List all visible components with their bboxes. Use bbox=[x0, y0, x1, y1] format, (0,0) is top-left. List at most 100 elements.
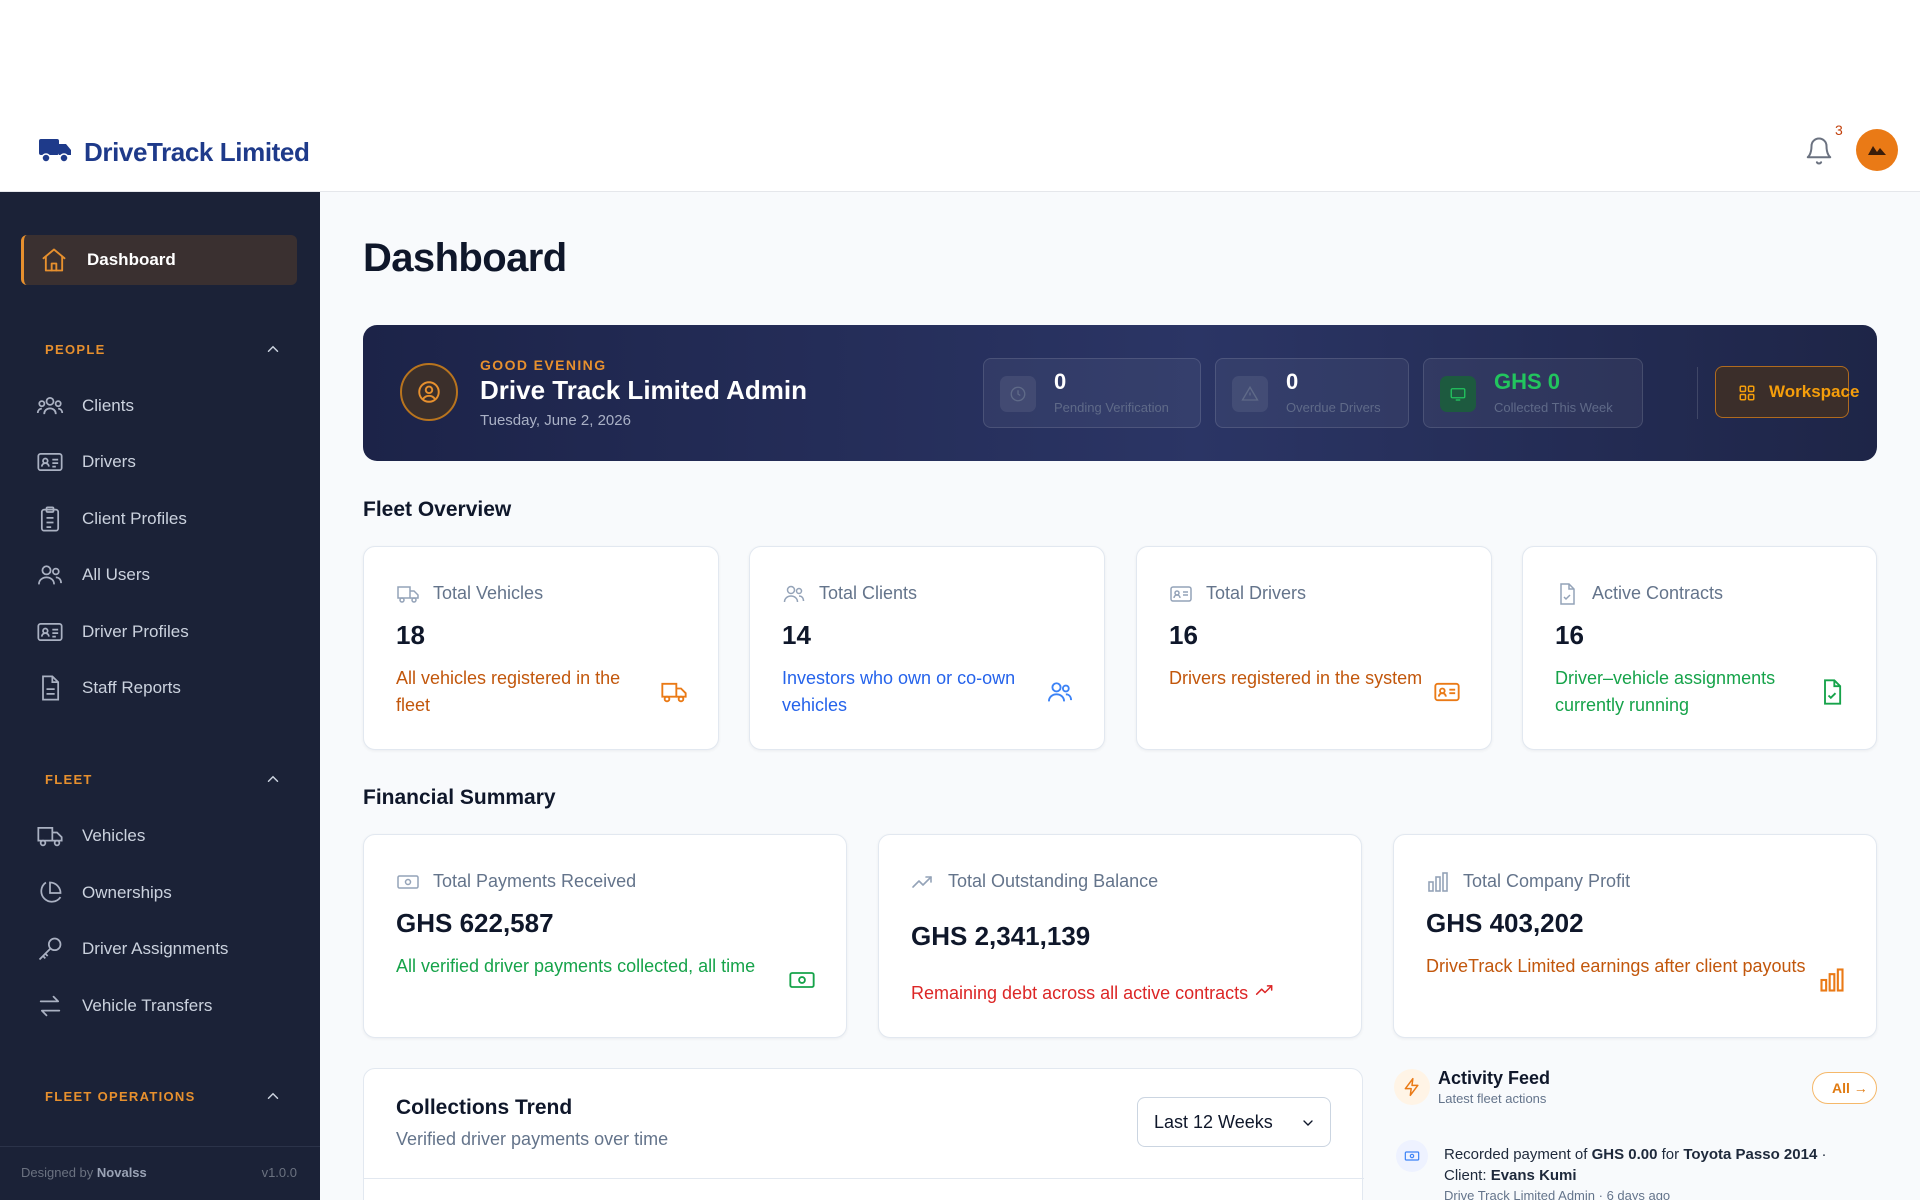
sidebar-item-label: Ownerships bbox=[82, 883, 172, 902]
sidebar-item-ownerships[interactable]: Ownerships bbox=[36, 876, 296, 910]
grid-icon bbox=[1738, 384, 1756, 407]
sidebar-item-label: Driver Assignments bbox=[82, 939, 229, 958]
card-total-clients[interactable]: Total Clients 14 Investors who own or co… bbox=[749, 546, 1105, 750]
sidebar-item-driver-profiles[interactable]: Driver Profiles bbox=[36, 615, 296, 649]
card-label: Total Payments Received bbox=[433, 871, 637, 891]
sidebar-item-client-profiles[interactable]: Client Profiles bbox=[36, 502, 296, 536]
page-title: Dashboard bbox=[363, 236, 567, 280]
card-value: GHS 2,341,139 bbox=[911, 921, 1091, 951]
card-total-company-profit[interactable]: Total Company Profit GHS 403,202 DriveTr… bbox=[1393, 834, 1877, 1038]
greeting: GOOD EVENING bbox=[480, 357, 607, 373]
brand[interactable]: DriveTrack Limited bbox=[38, 136, 310, 169]
entry-actor: Drive Track Limited Admin bbox=[1444, 1188, 1595, 1200]
range-select[interactable]: Last 12 Weeks bbox=[1137, 1097, 1331, 1147]
stat-label: Overdue Drivers bbox=[1286, 400, 1381, 415]
truck-icon bbox=[36, 822, 64, 850]
range-selected: Last 12 Weeks bbox=[1154, 1112, 1273, 1132]
user-circle-icon bbox=[400, 363, 458, 421]
clock-icon bbox=[1000, 376, 1036, 412]
designed-by: Designed by Novalss bbox=[21, 1165, 147, 1180]
collections-trend-panel: Collections Trend Verified driver paymen… bbox=[363, 1068, 1364, 1200]
card-label: Total Outstanding Balance bbox=[948, 871, 1159, 891]
card-total-outstanding-balance[interactable]: Total Outstanding Balance GHS 2,341,139 … bbox=[878, 834, 1362, 1038]
stat-collected-this-week[interactable]: GHS 0 Collected This Week bbox=[1423, 358, 1643, 428]
card-label: Total Vehicles bbox=[433, 583, 544, 603]
card-description: Investors who own or co-own vehicles bbox=[782, 668, 1016, 715]
trending-up-icon bbox=[1253, 980, 1277, 1008]
user-group-icon bbox=[36, 561, 64, 589]
section-fleet-operations-header[interactable]: FLEET OPERATIONS bbox=[45, 1089, 196, 1104]
avatar[interactable] bbox=[1856, 129, 1898, 171]
sidebar-item-driver-assignments[interactable]: Driver Assignments bbox=[36, 932, 296, 966]
warning-icon bbox=[1232, 376, 1268, 412]
chevron-down-icon bbox=[1300, 1115, 1316, 1136]
sidebar-item-clients[interactable]: Clients bbox=[36, 389, 296, 423]
transfer-arrows-icon bbox=[36, 992, 64, 1020]
designed-by-label: Designed by bbox=[21, 1165, 94, 1180]
sidebar-item-vehicle-transfers[interactable]: Vehicle Transfers bbox=[36, 989, 296, 1023]
id-card-icon bbox=[1169, 582, 1193, 606]
activity-entry[interactable]: Recorded payment of GHS 0.00 for Toyota … bbox=[1444, 1144, 1884, 1186]
collections-trend-subtitle: Verified driver payments over time bbox=[396, 1129, 669, 1149]
banknote-icon bbox=[1396, 1140, 1428, 1172]
section-fleet-header[interactable]: FLEET bbox=[45, 772, 93, 787]
lightning-icon bbox=[1394, 1069, 1430, 1105]
sidebar-item-label: Driver Profiles bbox=[82, 622, 189, 641]
card-total-drivers[interactable]: Total Drivers 16 Drivers registered in t… bbox=[1136, 546, 1492, 750]
stat-overdue-drivers[interactable]: 0 Overdue Drivers bbox=[1215, 358, 1409, 428]
banknote-icon bbox=[396, 870, 420, 894]
clipboard-icon bbox=[36, 505, 64, 533]
activity-feed-all-button[interactable]: All → bbox=[1812, 1072, 1877, 1104]
card-active-contracts[interactable]: Active Contracts 16 Driver–vehicle assig… bbox=[1522, 546, 1877, 750]
current-date: Tuesday, June 2, 2026 bbox=[480, 412, 631, 429]
pie-chart-icon bbox=[36, 879, 64, 907]
sidebar-item-label: Clients bbox=[82, 396, 134, 415]
sidebar-item-vehicles[interactable]: Vehicles bbox=[36, 819, 296, 853]
notification-count-badge: 3 bbox=[1835, 122, 1843, 138]
chevron-up-icon[interactable] bbox=[264, 770, 282, 793]
bar-chart-icon bbox=[1818, 966, 1846, 994]
truck-logo-icon bbox=[38, 136, 72, 169]
entry-client-label: Client: bbox=[1444, 1167, 1487, 1184]
card-value: 16 bbox=[1169, 620, 1198, 650]
welcome-banner: GOOD EVENING Drive Track Limited Admin T… bbox=[363, 325, 1877, 461]
key-icon bbox=[36, 935, 64, 963]
collections-trend-title: Collections Trend bbox=[396, 1096, 573, 1119]
document-icon bbox=[1555, 582, 1579, 606]
top-bar: DriveTrack Limited 3 bbox=[0, 122, 1920, 192]
sidebar-item-label: Drivers bbox=[82, 452, 136, 471]
card-description: All vehicles registered in the fleet bbox=[396, 668, 621, 715]
entry-text: Recorded payment of bbox=[1444, 1146, 1588, 1163]
bell-icon[interactable] bbox=[1804, 134, 1834, 168]
stat-pending-verification[interactable]: 0 Pending Verification bbox=[983, 358, 1201, 428]
card-value: GHS 622,587 bbox=[396, 908, 554, 938]
activity-feed-subtitle: Latest fleet actions bbox=[1438, 1091, 1547, 1106]
card-value: 14 bbox=[782, 620, 811, 650]
sidebar-item-staff-reports[interactable]: Staff Reports bbox=[36, 671, 296, 705]
chevron-up-icon[interactable] bbox=[264, 1087, 282, 1110]
sidebar-item-all-users[interactable]: All Users bbox=[36, 558, 296, 592]
card-label: Total Clients bbox=[819, 583, 918, 603]
workspace-button[interactable]: Workspace bbox=[1715, 366, 1859, 418]
sidebar-footer: Designed by Novalss v1.0.0 bbox=[0, 1146, 320, 1200]
users-icon bbox=[782, 582, 806, 606]
brand-name: DriveTrack Limited bbox=[84, 137, 310, 167]
card-description: Drivers registered in the system bbox=[1169, 668, 1423, 688]
card-value: 18 bbox=[396, 620, 425, 650]
stat-value: GHS 0 bbox=[1494, 369, 1561, 394]
card-total-vehicles[interactable]: Total Vehicles 18 All vehicles registere… bbox=[363, 546, 719, 750]
entry-vehicle: Toyota Passo 2014 bbox=[1683, 1146, 1818, 1163]
section-people-header[interactable]: PEOPLE bbox=[45, 342, 106, 357]
card-total-payments-received[interactable]: Total Payments Received GHS 622,587 All … bbox=[363, 834, 847, 1038]
users-icon bbox=[36, 392, 64, 420]
workspace-label: Workspace bbox=[1769, 382, 1860, 401]
sidebar-item-dashboard[interactable]: Dashboard bbox=[21, 235, 297, 285]
truck-icon bbox=[396, 582, 420, 606]
card-description-text: Remaining debt across all active contrac… bbox=[911, 983, 1249, 1003]
stat-label: Collected This Week bbox=[1494, 400, 1613, 415]
chevron-up-icon[interactable] bbox=[264, 340, 282, 363]
sidebar-item-drivers[interactable]: Drivers bbox=[36, 445, 296, 479]
document-check-icon bbox=[1818, 678, 1846, 706]
entry-client: Evans Kumi bbox=[1490, 1167, 1577, 1184]
id-card-icon bbox=[36, 618, 64, 646]
